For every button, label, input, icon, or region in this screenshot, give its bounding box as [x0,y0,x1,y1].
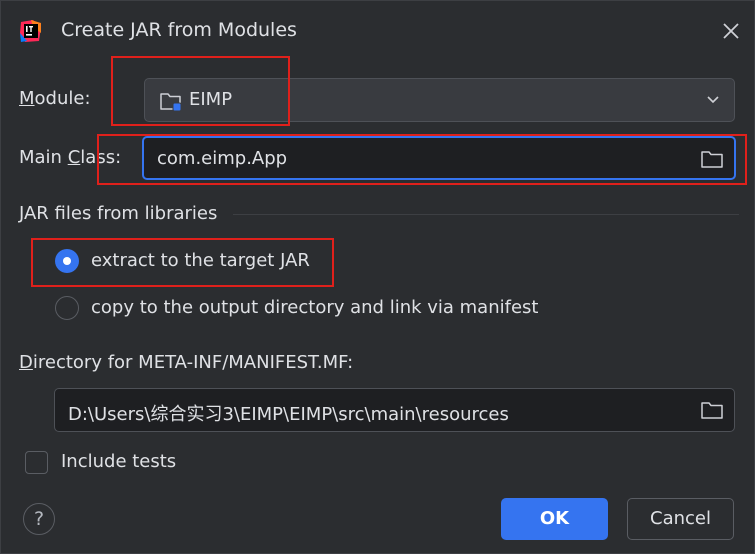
manifest-label-post: irectory for META-INF/MANIFEST.MF: [32,352,354,373]
module-label: Module: [19,88,91,109]
folder-icon[interactable] [700,400,724,420]
manifest-dir-label: Directory for META-INF/MANIFEST.MF: [19,352,353,373]
help-button[interactable]: ? [23,503,55,535]
extract-option-label[interactable]: extract to the target JAR [91,250,310,271]
copy-option-label[interactable]: copy to the output directory and link vi… [91,297,538,318]
main-class-value: com.eimp.App [157,148,288,169]
folder-icon[interactable] [700,149,724,169]
module-combobox[interactable]: EIMP [144,78,735,122]
module-label-post: odule: [34,88,91,109]
main-class-label: Main Class: [19,147,121,168]
title-bar: Create JAR from Modules [1,1,755,63]
intellij-idea-icon [20,20,41,42]
main-class-label-post: lass: [80,147,122,168]
manifest-dir-field[interactable]: D:\Users\综合实习3\EIMP\EIMP\src\main\resour… [54,388,735,432]
main-class-field[interactable]: com.eimp.App [142,136,736,180]
manifest-dir-value: D:\Users\综合实习3\EIMP\EIMP\src\main\resour… [68,404,509,425]
manifest-label-mnemonic: D [19,352,33,373]
main-class-label-mnemonic: C [67,147,81,168]
include-tests-checkbox[interactable] [25,451,48,474]
extract-radio[interactable] [55,249,79,273]
module-folder-icon [160,93,182,112]
module-label-mnemonic: M [19,88,35,109]
ok-button[interactable]: OK [501,498,608,540]
main-class-label-pre: Main [19,147,68,168]
close-icon[interactable] [719,19,743,43]
dialog-title: Create JAR from Modules [61,19,297,41]
copy-radio[interactable] [55,296,79,320]
create-jar-dialog: Create JAR from Modules Module: EIMP Mai… [0,0,755,554]
cancel-button[interactable]: Cancel [627,498,734,540]
section-divider [233,214,739,215]
include-tests-label[interactable]: Include tests [61,451,176,472]
chevron-down-icon[interactable] [705,93,721,107]
module-value: EIMP [189,89,233,110]
jar-files-section-title: JAR files from libraries [19,203,218,224]
